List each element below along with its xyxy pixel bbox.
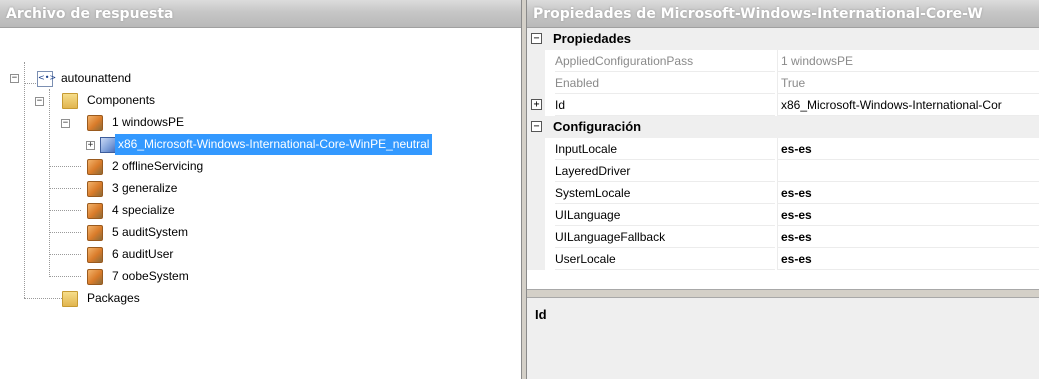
- tree-node-label: autounattend: [61, 71, 132, 85]
- property-row[interactable]: UserLocale es-es: [527, 248, 1039, 270]
- config-pass-icon: [87, 269, 103, 285]
- description-title: Id: [535, 307, 547, 322]
- collapse-toggle[interactable]: −: [35, 97, 44, 106]
- property-name: SystemLocale: [555, 182, 775, 204]
- property-value[interactable]: x86_Microsoft-Windows-International-Cor: [777, 94, 1039, 116]
- tree-node-label: 5 auditSystem: [112, 225, 189, 239]
- tree-node-autounattend[interactable]: autounattend: [58, 68, 134, 89]
- property-row[interactable]: Enabled True: [527, 72, 1039, 94]
- tree-node-label: 7 oobeSystem: [112, 269, 189, 283]
- property-row[interactable]: InputLocale es-es: [527, 138, 1039, 160]
- answer-file-tree[interactable]: − <•> autounattend − Components − 1 wind…: [0, 28, 521, 379]
- property-name: AppliedConfigurationPass: [555, 50, 775, 72]
- property-value[interactable]: es-es: [777, 226, 1039, 248]
- tree-node-oobesystem[interactable]: 7 oobeSystem: [109, 266, 192, 287]
- property-name: UILanguage: [555, 204, 775, 226]
- property-value[interactable]: [777, 160, 1039, 182]
- grid-splitter[interactable]: [527, 290, 1039, 297]
- config-pass-icon: [87, 225, 103, 241]
- tree-node-label: Components: [87, 93, 156, 107]
- tree-node-auditsystem[interactable]: 5 auditSystem: [109, 222, 191, 243]
- property-row[interactable]: UILanguage es-es: [527, 204, 1039, 226]
- tree-node-label: 6 auditUser: [112, 247, 174, 261]
- tree-node-windowspe[interactable]: 1 windowsPE: [109, 112, 187, 133]
- tree-connector: [49, 166, 81, 167]
- folder-icon: [62, 93, 78, 109]
- answer-file-icon: <•>: [37, 71, 56, 87]
- component-icon: [100, 137, 116, 153]
- tree-connector: [49, 210, 81, 211]
- tree-connector: [49, 89, 50, 277]
- tree-connector: [24, 62, 25, 298]
- tree-connector: [49, 254, 81, 255]
- tree-node-label: Packages: [87, 291, 140, 305]
- tree-node-label: x86_Microsoft-Windows-International-Core…: [115, 134, 433, 155]
- property-row[interactable]: + Id x86_Microsoft-Windows-International…: [527, 94, 1039, 116]
- property-name: InputLocale: [555, 138, 775, 160]
- property-row[interactable]: AppliedConfigurationPass 1 windowsPE: [527, 50, 1039, 72]
- tree-node-offlineservicing[interactable]: 2 offlineServicing: [109, 156, 206, 177]
- category-label: Propiedades: [553, 31, 632, 46]
- tree-node-specialize[interactable]: 4 specialize: [109, 200, 178, 221]
- property-name: UserLocale: [555, 248, 775, 270]
- property-row[interactable]: LayeredDriver: [527, 160, 1039, 182]
- config-pass-icon: [87, 115, 103, 131]
- tree-node-audituser[interactable]: 6 auditUser: [109, 244, 176, 265]
- property-value: 1 windowsPE: [777, 50, 1039, 72]
- tree-node-label: 3 generalize: [112, 181, 178, 195]
- tree-node-international-core-winpe[interactable]: x86_Microsoft-Windows-International-Core…: [115, 134, 433, 155]
- properties-pane: Propiedades de Microsoft-Windows-Interna…: [526, 0, 1039, 379]
- folder-icon: [62, 291, 78, 307]
- description-pane: Id: [527, 297, 1039, 379]
- answer-file-pane-title: Archivo de respuesta: [0, 0, 521, 28]
- tree-node-label: 2 offlineServicing: [112, 159, 204, 173]
- property-name: UILanguageFallback: [555, 226, 775, 248]
- tree-node-packages[interactable]: Packages: [84, 288, 143, 309]
- tree-connector: [24, 298, 64, 299]
- property-row[interactable]: SystemLocale es-es: [527, 182, 1039, 204]
- tree-connector: [49, 188, 81, 189]
- property-name: Enabled: [555, 72, 775, 94]
- category-label: Configuración: [553, 119, 642, 134]
- property-grid[interactable]: − Propiedades AppliedConfigurationPass 1…: [527, 28, 1039, 290]
- tree-node-label: 4 specialize: [112, 203, 175, 217]
- property-value[interactable]: es-es: [777, 248, 1039, 270]
- tree-node-components[interactable]: Components: [84, 90, 158, 111]
- property-name: Id: [555, 94, 775, 116]
- properties-pane-title: Propiedades de Microsoft-Windows-Interna…: [527, 0, 1039, 28]
- collapse-icon[interactable]: −: [531, 121, 542, 132]
- category-propiedades[interactable]: − Propiedades: [527, 28, 1039, 50]
- answer-file-pane: Archivo de respuesta − <•> autounattend …: [0, 0, 522, 379]
- config-pass-icon: [87, 159, 103, 175]
- property-row[interactable]: UILanguageFallback es-es: [527, 226, 1039, 248]
- config-pass-icon: [87, 181, 103, 197]
- config-pass-icon: [87, 203, 103, 219]
- expand-toggle[interactable]: +: [86, 141, 95, 150]
- tree-node-label: 1 windowsPE: [112, 115, 185, 129]
- collapse-toggle[interactable]: −: [10, 74, 19, 83]
- collapse-icon[interactable]: −: [531, 33, 542, 44]
- property-value[interactable]: es-es: [777, 138, 1039, 160]
- property-value[interactable]: es-es: [777, 182, 1039, 204]
- property-value: True: [777, 72, 1039, 94]
- category-configuracion[interactable]: − Configuración: [527, 116, 1039, 138]
- tree-connector: [49, 276, 81, 277]
- property-value[interactable]: es-es: [777, 204, 1039, 226]
- collapse-toggle[interactable]: −: [61, 119, 70, 128]
- config-pass-icon: [87, 247, 103, 263]
- tree-node-generalize[interactable]: 3 generalize: [109, 178, 180, 199]
- property-name: LayeredDriver: [555, 160, 775, 182]
- expand-icon[interactable]: +: [531, 99, 542, 110]
- tree-connector: [49, 232, 81, 233]
